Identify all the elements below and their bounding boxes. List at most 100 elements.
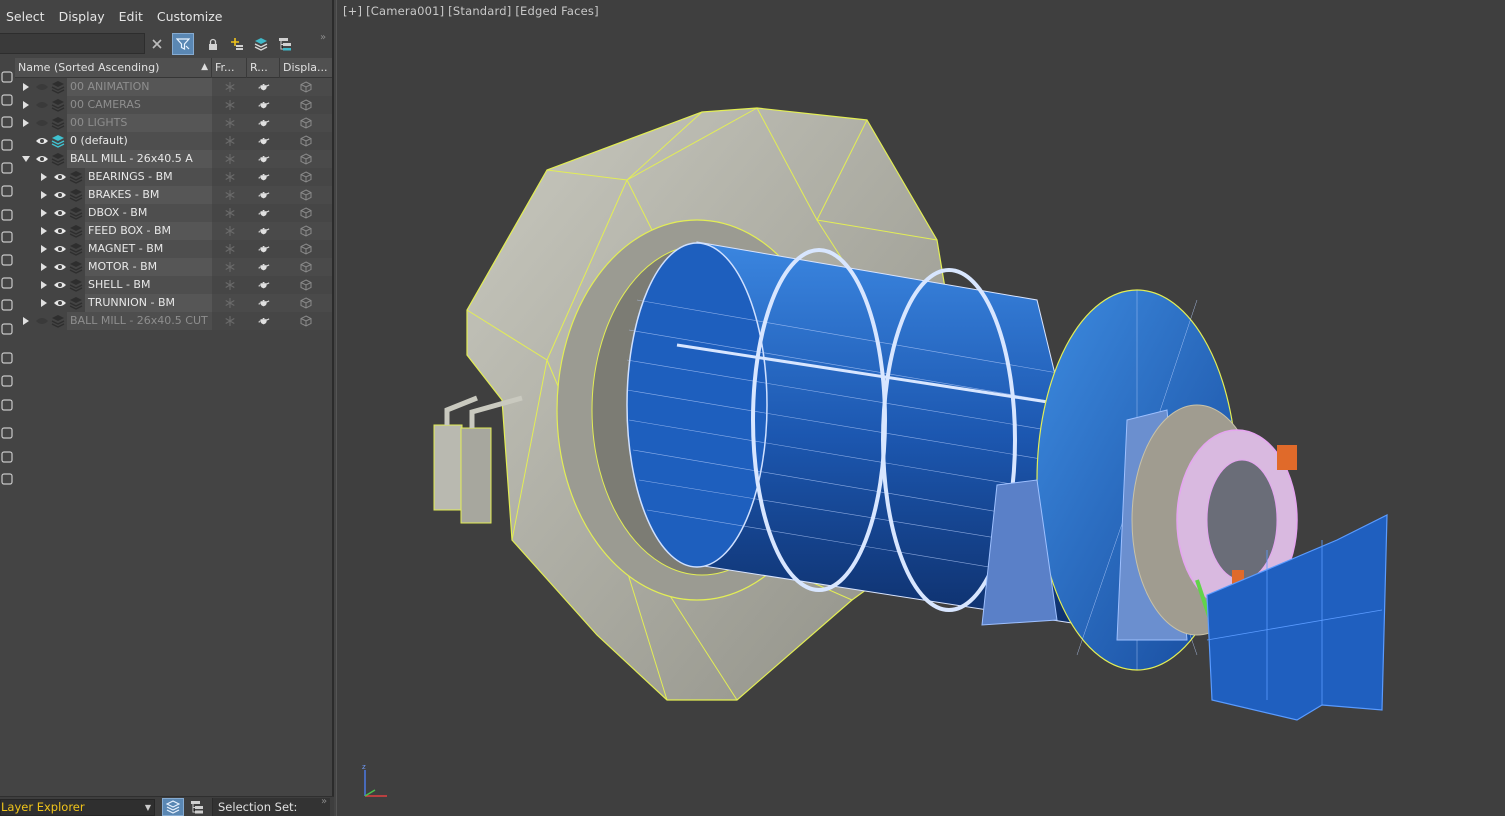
freeze-snowflake-icon[interactable] [212,186,247,204]
display-box-icon[interactable] [280,276,332,294]
freeze-snowflake-icon[interactable] [212,96,247,114]
expand-right-icon[interactable] [39,222,49,240]
layer-icon[interactable] [69,296,83,310]
bottom-overflow-icon[interactable]: » [321,796,327,807]
display-groups-icon[interactable] [0,208,13,222]
filter-funnel-icon[interactable] [0,450,13,464]
expand-right-icon[interactable] [21,96,31,114]
display-helpers-icon[interactable] [0,161,13,175]
layer-name-cell[interactable]: SHELL - BM [15,276,212,294]
freeze-snowflake-icon[interactable] [212,240,247,258]
display-none-icon[interactable] [0,374,13,388]
toolbar-overflow-icon[interactable]: » [320,32,326,43]
visibility-eye-icon[interactable] [35,315,49,327]
render-teapot-icon[interactable] [247,132,280,150]
layer-name-cell[interactable]: FEED BOX - BM [15,222,212,240]
display-geometry-icon[interactable] [0,70,13,84]
visibility-eye-icon[interactable] [53,279,67,291]
explorer-type-dropdown[interactable]: Layer Explorer ▼ [0,799,155,816]
visibility-eye-icon[interactable] [53,189,67,201]
visibility-eye-icon[interactable] [35,135,49,147]
display-shapes-icon[interactable] [0,93,13,107]
layer-row[interactable]: 00 ANIMATION [15,78,332,96]
sync-selection-icon[interactable] [0,472,13,486]
visibility-eye-icon[interactable] [53,207,67,219]
display-box-icon[interactable] [280,132,332,150]
expand-right-icon[interactable] [39,258,49,276]
layer-icon[interactable] [69,278,83,292]
display-all-icon[interactable] [0,351,13,365]
expand-right-icon[interactable] [39,276,49,294]
display-spacewarps-icon[interactable] [0,184,13,198]
search-input[interactable] [0,33,145,54]
layer-name-cell[interactable]: DBOX - BM [15,204,212,222]
display-xrefs-icon[interactable] [0,230,13,244]
sort-by-layer-icon[interactable] [162,798,184,816]
layer-name-cell[interactable]: BEARINGS - BM [15,168,212,186]
display-lights-icon[interactable] [0,115,13,129]
render-teapot-icon[interactable] [247,114,280,132]
display-box-icon[interactable] [280,186,332,204]
layer-name-cell[interactable]: BALL MILL - 26x40.5 CUT [15,312,212,330]
layer-row[interactable]: BALL MILL - 26x40.5 CUT [15,312,332,330]
layer-icon[interactable] [51,98,65,112]
display-box-icon[interactable] [280,150,332,168]
visibility-eye-icon[interactable] [53,261,67,273]
layer-icon[interactable] [51,80,65,94]
freeze-snowflake-icon[interactable] [212,276,247,294]
column-header-frozen[interactable]: Fr... [212,58,247,78]
freeze-snowflake-icon[interactable] [212,150,247,168]
layer-icon[interactable] [69,242,83,256]
layer-row[interactable]: MOTOR - BM [15,258,332,276]
render-teapot-icon[interactable] [247,258,280,276]
display-box-icon[interactable] [280,222,332,240]
render-teapot-icon[interactable] [247,96,280,114]
display-hidden-icon[interactable] [0,322,13,336]
menu-customize[interactable]: Customize [150,9,230,24]
expand-down-icon[interactable] [21,150,31,168]
visibility-eye-icon[interactable] [53,225,67,237]
filter-selected-icon[interactable] [0,426,13,440]
layer-row[interactable]: 0 (default) [15,132,332,150]
layer-row[interactable]: BEARINGS - BM [15,168,332,186]
render-teapot-icon[interactable] [247,222,280,240]
visibility-eye-icon[interactable] [35,153,49,165]
menu-edit[interactable]: Edit [112,9,150,24]
display-bones-icon[interactable] [0,253,13,267]
render-teapot-icon[interactable] [247,150,280,168]
render-teapot-icon[interactable] [247,240,280,258]
layer-row[interactable]: TRUNNION - BM [15,294,332,312]
freeze-snowflake-icon[interactable] [212,204,247,222]
add-layer-icon[interactable] [226,33,248,55]
freeze-snowflake-icon[interactable] [212,294,247,312]
expand-right-icon[interactable] [39,204,49,222]
layer-icon[interactable] [51,116,65,130]
layer-row[interactable]: 00 CAMERAS [15,96,332,114]
layer-icon[interactable] [69,188,83,202]
freeze-snowflake-icon[interactable] [212,258,247,276]
active-layer-icon[interactable] [51,134,65,148]
column-header-renderable[interactable]: R... [247,58,280,78]
freeze-snowflake-icon[interactable] [212,132,247,150]
expand-right-icon[interactable] [21,312,31,330]
display-cameras-icon[interactable] [0,138,13,152]
display-box-icon[interactable] [280,204,332,222]
sort-by-hierarchy-icon[interactable] [188,798,206,816]
render-teapot-icon[interactable] [247,312,280,330]
layer-row[interactable]: DBOX - BM [15,204,332,222]
render-teapot-icon[interactable] [247,276,280,294]
visibility-eye-icon[interactable] [53,243,67,255]
freeze-snowflake-icon[interactable] [212,168,247,186]
display-box-icon[interactable] [280,78,332,96]
layer-name-cell[interactable]: TRUNNION - BM [15,294,212,312]
layers-icon[interactable] [250,33,272,55]
visibility-eye-icon[interactable] [35,81,49,93]
layer-icon[interactable] [51,152,65,166]
freeze-snowflake-icon[interactable] [212,222,247,240]
column-header-display[interactable]: Displa... [280,58,332,78]
expand-right-icon[interactable] [39,168,49,186]
layer-icon[interactable] [69,260,83,274]
layer-name-cell[interactable]: MAGNET - BM [15,240,212,258]
render-teapot-icon[interactable] [247,204,280,222]
freeze-snowflake-icon[interactable] [212,78,247,96]
